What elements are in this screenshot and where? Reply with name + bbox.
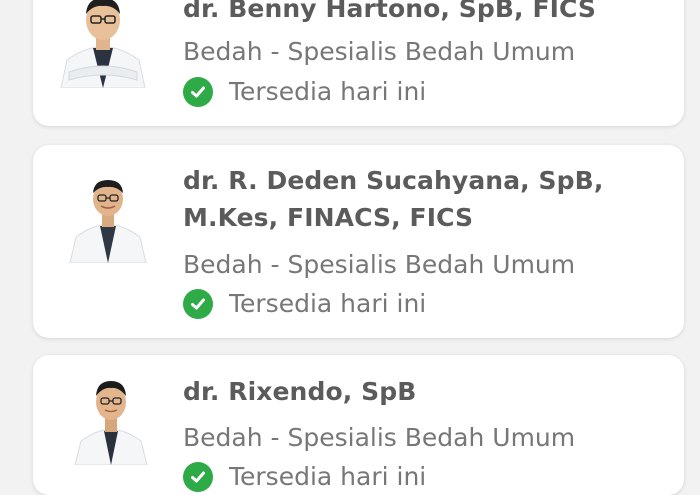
doctor-specialty: Bedah - Spesialis Bedah Umum [183, 423, 576, 452]
check-circle-icon [183, 289, 213, 319]
check-circle-icon [183, 462, 213, 492]
availability-status: Tersedia hari ini [183, 76, 426, 108]
doctor-card[interactable]: dr. R. Deden Sucahyana, SpB, M.Kes, FINA… [33, 145, 684, 338]
doctor-specialty: Bedah - Spesialis Bedah Umum [183, 37, 576, 66]
check-circle-icon [183, 77, 213, 107]
doctor-photo [53, 0, 153, 88]
availability-label: Tersedia hari ini [229, 77, 427, 106]
doctor-specialty: Bedah - Spesialis Bedah Umum [183, 250, 576, 279]
availability-status: Tersedia hari ini [183, 288, 426, 320]
doctor-card[interactable]: dr. Rixendo, SpB Bedah - Spesialis Bedah… [33, 355, 684, 495]
doctor-name: dr. Rixendo, SpB [183, 377, 417, 406]
availability-label: Tersedia hari ini [229, 289, 427, 318]
doctor-name: dr. Benny Hartono, SpB, FICS [183, 0, 597, 23]
doctor-card[interactable]: dr. Benny Hartono, SpB, FICS Bedah - Spe… [33, 0, 684, 126]
doctor-photo [68, 173, 168, 263]
doctor-photo [71, 375, 171, 465]
doctor-name: dr. R. Deden Sucahyana, SpB, M.Kes, FINA… [183, 166, 604, 232]
